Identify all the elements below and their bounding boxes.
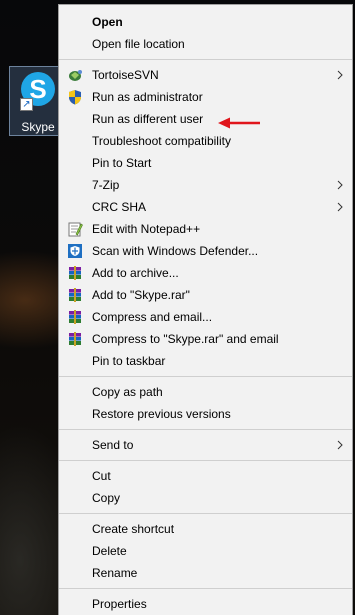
windows-defender-icon — [68, 244, 82, 258]
menu-item-tortoisesvn[interactable]: TortoiseSVN — [59, 64, 352, 86]
winrar-icon — [69, 332, 81, 346]
skype-desktop-shortcut[interactable]: S ↗ Skype — [9, 66, 65, 136]
menu-item-create-shortcut[interactable]: Create shortcut — [59, 518, 352, 540]
uac-shield-icon — [69, 90, 81, 105]
menu-item-troubleshoot-compatibility[interactable]: Troubleshoot compatibility — [59, 130, 352, 152]
menu-item-crc-sha[interactable]: CRC SHA — [59, 196, 352, 218]
menu-separator — [59, 372, 352, 381]
menu-item-scan-with-windows-defender[interactable]: Scan with Windows Defender... — [59, 240, 352, 262]
winrar-icon — [69, 310, 81, 324]
menu-item-run-as-different-user[interactable]: Run as different user — [59, 108, 352, 130]
menu-item-compress-and-email[interactable]: Compress and email... — [59, 306, 352, 328]
menu-separator — [59, 456, 352, 465]
menu-item-add-to-skype-rar[interactable]: Add to "Skype.rar" — [59, 284, 352, 306]
menu-item-copy[interactable]: Copy — [59, 487, 352, 509]
chevron-right-icon — [337, 440, 343, 450]
menu-item-properties[interactable]: Properties — [59, 593, 352, 615]
menu-item-restore-previous-versions[interactable]: Restore previous versions — [59, 403, 352, 425]
menu-item-edit-with-notepadpp[interactable]: Edit with Notepad++ — [59, 218, 352, 240]
menu-item-compress-to-skype-rar-and-email[interactable]: Compress to "Skype.rar" and email — [59, 328, 352, 350]
menu-separator — [59, 55, 352, 64]
menu-item-pin-to-taskbar[interactable]: Pin to taskbar — [59, 350, 352, 372]
menu-item-run-as-administrator[interactable]: Run as administrator — [59, 86, 352, 108]
menu-item-delete[interactable]: Delete — [59, 540, 352, 562]
menu-separator — [59, 425, 352, 434]
menu-item-open[interactable]: Open — [59, 11, 352, 33]
menu-item-pin-to-start[interactable]: Pin to Start — [59, 152, 352, 174]
chevron-right-icon — [337, 180, 343, 190]
menu-item-cut[interactable]: Cut — [59, 465, 352, 487]
shortcut-arrow-icon: ↗ — [20, 98, 33, 111]
chevron-right-icon — [337, 202, 343, 212]
menu-item-rename[interactable]: Rename — [59, 562, 352, 584]
winrar-icon — [69, 288, 81, 302]
chevron-right-icon — [337, 70, 343, 80]
menu-item-add-to-archive[interactable]: Add to archive... — [59, 262, 352, 284]
red-annotation-arrow-icon — [218, 117, 260, 129]
context-menu: Open Open file location TortoiseSVN Run … — [58, 4, 353, 615]
notepadpp-icon — [68, 222, 83, 237]
menu-item-open-file-location[interactable]: Open file location — [59, 33, 352, 55]
tortoisesvn-icon — [69, 70, 82, 81]
winrar-icon — [69, 266, 81, 280]
menu-item-copy-as-path[interactable]: Copy as path — [59, 381, 352, 403]
menu-separator — [59, 584, 352, 593]
menu-item-send-to[interactable]: Send to — [59, 434, 352, 456]
menu-item-7-zip[interactable]: 7-Zip — [59, 174, 352, 196]
menu-separator — [59, 509, 352, 518]
